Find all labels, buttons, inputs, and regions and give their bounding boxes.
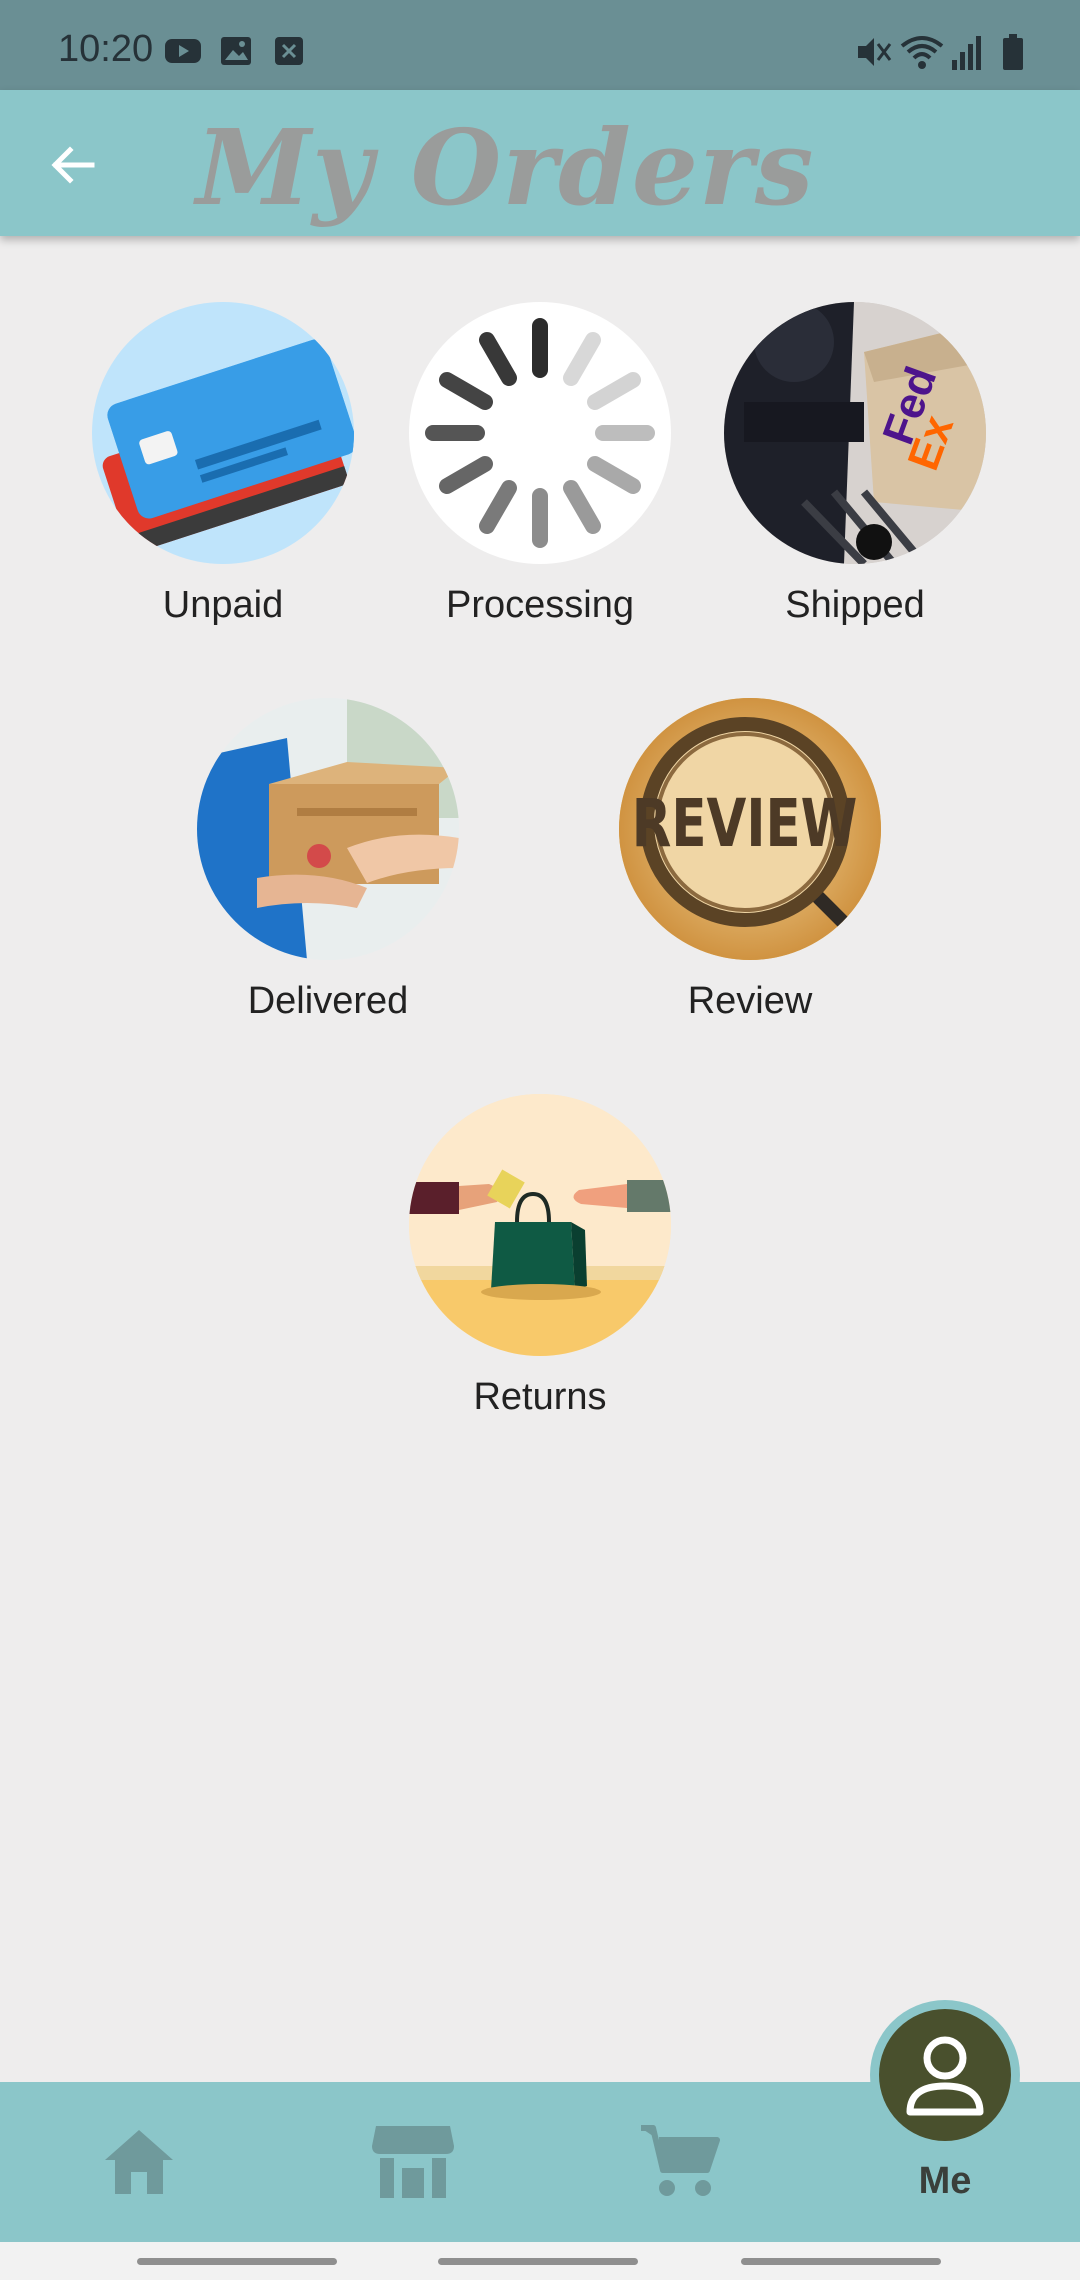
back-button[interactable]	[36, 128, 110, 202]
vibrate-icon	[858, 38, 892, 66]
store-icon	[372, 2126, 454, 2198]
app-notification-icon	[275, 37, 303, 65]
nav-home[interactable]	[4, 2082, 274, 2242]
category-label: Review	[687, 980, 813, 1022]
home-icon	[105, 2130, 173, 2194]
system-navigation-bar	[0, 2242, 1080, 2280]
review-magnifier-icon: REVIEW	[619, 698, 881, 960]
person-icon	[906, 2036, 984, 2116]
page-title: My Orders	[196, 106, 815, 229]
status-time: 10:20	[58, 28, 154, 70]
category-delivered[interactable]: Delivered	[178, 698, 478, 1023]
category-label: Returns	[473, 1376, 607, 1418]
category-unpaid[interactable]: Unpaid	[73, 302, 373, 627]
category-processing[interactable]: Processing	[390, 302, 690, 627]
category-label: Unpaid	[162, 584, 284, 626]
youtube-icon	[165, 39, 201, 63]
signal-icon	[952, 36, 981, 70]
category-label: Processing	[446, 584, 634, 626]
category-returns[interactable]: Returns	[390, 1094, 690, 1419]
package-handover-icon	[197, 698, 459, 960]
wifi-icon	[900, 36, 944, 69]
battery-icon	[1003, 34, 1023, 70]
category-label: Shipped	[785, 584, 925, 626]
arrow-left-icon	[51, 146, 95, 184]
system-nav-back[interactable]	[137, 2258, 337, 2265]
system-nav-recents[interactable]	[741, 2258, 941, 2265]
nav-cart[interactable]	[544, 2082, 814, 2242]
nav-me-label: Me	[918, 2160, 972, 2202]
status-bar: 10:20	[0, 0, 1080, 90]
category-review[interactable]: REVIEW Review	[600, 698, 900, 1023]
app-bar: My Orders	[0, 90, 1080, 236]
category-shipped[interactable]: Fed Ex Shipped	[705, 302, 1005, 627]
shipping-delivery-icon: Fed Ex	[724, 302, 986, 564]
gallery-icon	[221, 37, 251, 65]
cart-icon	[641, 2125, 720, 2196]
svg-text:REVIEW: REVIEW	[632, 785, 858, 862]
nav-me-button[interactable]	[870, 2000, 1020, 2150]
return-bag-icon	[409, 1094, 671, 1356]
credit-card-icon	[92, 302, 354, 564]
category-label: Delivered	[247, 980, 409, 1022]
nav-store[interactable]	[278, 2082, 548, 2242]
loading-spinner-icon	[409, 302, 671, 564]
system-nav-home[interactable]	[438, 2258, 638, 2265]
